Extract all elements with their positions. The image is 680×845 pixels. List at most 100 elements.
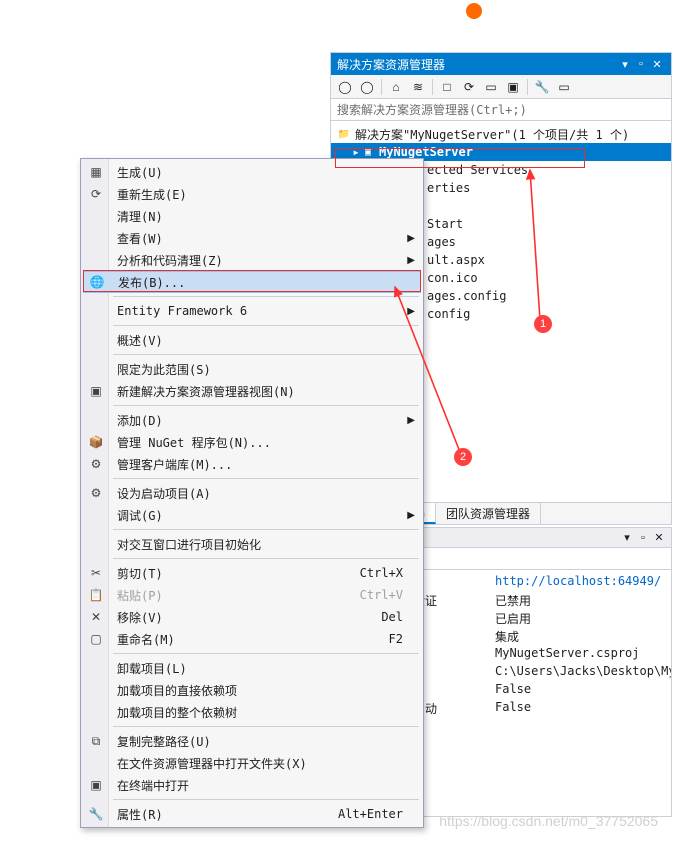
menu-item[interactable]: 在文件资源管理器中打开文件夹(X) <box>83 752 421 774</box>
menu-item[interactable]: ▣在终端中打开 <box>83 774 421 796</box>
menu-separator <box>113 405 419 406</box>
nav-fwd-icon[interactable]: ◯ <box>357 77 377 97</box>
menu-item[interactable]: ⚙管理客户端库(M)... <box>83 453 421 475</box>
menu-item-label: 对交互窗口进行项目初始化 <box>109 536 421 553</box>
pending-icon[interactable]: □ <box>437 77 457 97</box>
property-value: False <box>491 682 671 700</box>
menu-separator <box>113 799 419 800</box>
menu-item[interactable]: 分析和代码清理(Z)▶ <box>83 249 421 271</box>
menu-separator <box>113 325 419 326</box>
menu-item[interactable]: 限定为此范围(S) <box>83 358 421 380</box>
menu-item-shortcut: F2 <box>389 632 421 646</box>
menu-item-label: 复制完整路径(U) <box>109 733 421 750</box>
menu-item[interactable]: ✂剪切(T)Ctrl+X <box>83 562 421 584</box>
menu-item-label: 调试(G) <box>109 507 421 524</box>
submenu-arrow-icon: ▶ <box>407 510 415 521</box>
menu-item-label: 生成(U) <box>109 164 421 181</box>
expand-icon[interactable]: ▸ <box>351 145 361 159</box>
menu-item[interactable]: ▣新建解决方案资源管理器视图(N) <box>83 380 421 402</box>
menu-item-label: 卸载项目(L) <box>109 660 421 677</box>
panel-close-icon[interactable]: ✕ <box>649 56 665 72</box>
submenu-arrow-icon: ▶ <box>407 255 415 266</box>
menu-item[interactable]: 加载项目的整个依赖树 <box>83 701 421 723</box>
properties-icon[interactable]: 🔧 <box>532 77 552 97</box>
submenu-arrow-icon: ▶ <box>407 415 415 426</box>
panel-pin-icon[interactable]: ▫ <box>635 530 651 546</box>
menu-item-label: 加载项目的整个依赖树 <box>109 704 421 721</box>
menu-item[interactable]: ⚙设为启动项目(A) <box>83 482 421 504</box>
menu-item[interactable]: 概述(V) <box>83 329 421 351</box>
menu-item[interactable]: 🌐发布(B)... <box>83 271 421 293</box>
solution-icon: 📁 <box>337 127 351 141</box>
panel-dropdown-icon[interactable]: ▾ <box>619 530 635 546</box>
solution-search-input[interactable]: 搜索解决方案资源管理器(Ctrl+;) <box>331 99 671 121</box>
rebuild-icon: ⟳ <box>83 187 109 201</box>
menu-separator <box>113 354 419 355</box>
sync-icon[interactable]: ≋ <box>408 77 428 97</box>
terminal-icon: ▣ <box>83 778 109 792</box>
menu-separator <box>113 529 419 530</box>
solution-label: 解决方案"MyNugetServer"(1 个项目/共 1 个) <box>355 126 629 143</box>
refresh-icon[interactable]: ⟳ <box>459 77 479 97</box>
menu-item-label: 在文件资源管理器中打开文件夹(X) <box>109 755 421 772</box>
panel-close-icon[interactable]: ✕ <box>651 530 667 546</box>
menu-item-label: 移除(V) <box>109 609 381 626</box>
menu-item-label: 设为启动项目(A) <box>109 485 421 502</box>
show-all-icon[interactable]: ▣ <box>503 77 523 97</box>
menu-item-label: 重新生成(E) <box>109 186 421 203</box>
menu-separator <box>113 296 419 297</box>
menu-item[interactable]: ▦生成(U) <box>83 161 421 183</box>
panel-pin-icon[interactable]: ▫ <box>633 56 649 72</box>
menu-item[interactable]: 添加(D)▶ <box>83 409 421 431</box>
startup-icon: ⚙ <box>83 486 109 500</box>
menu-item-label: 限定为此范围(S) <box>109 361 421 378</box>
submenu-arrow-icon: ▶ <box>407 306 415 317</box>
menu-item[interactable]: ▢重命名(M)F2 <box>83 628 421 650</box>
menu-item[interactable]: ✕移除(V)Del <box>83 606 421 628</box>
solution-explorer-title: 解决方案资源管理器 <box>337 56 617 73</box>
menu-item[interactable]: Entity Framework 6▶ <box>83 300 421 322</box>
rename-icon: ▢ <box>83 632 109 646</box>
project-label: MyNugetServer <box>379 145 473 159</box>
csproj-icon: ▣ <box>361 145 375 159</box>
newview-icon: ▣ <box>83 384 109 398</box>
menu-item-label: 管理客户端库(M)... <box>109 456 421 473</box>
menu-item[interactable]: 调试(G)▶ <box>83 504 421 526</box>
menu-separator <box>113 478 419 479</box>
menu-item-label: 粘贴(P) <box>109 587 360 604</box>
property-value: MyNugetServer.csproj <box>491 646 671 664</box>
solution-explorer-toolbar: ◯ ◯ ⌂ ≋ □ ⟳ ▭ ▣ 🔧 ▭ <box>331 75 671 99</box>
home-icon[interactable]: ⌂ <box>386 77 406 97</box>
menu-item-label: 在终端中打开 <box>109 777 421 794</box>
menu-item-label: 新建解决方案资源管理器视图(N) <box>109 383 421 400</box>
menu-item-label: 剪切(T) <box>109 565 360 582</box>
menu-item[interactable]: 对交互窗口进行项目初始化 <box>83 533 421 555</box>
menu-item[interactable]: ⧉复制完整路径(U) <box>83 730 421 752</box>
menu-item-label: 管理 NuGet 程序包(N)... <box>109 434 421 451</box>
globe-icon: 🌐 <box>84 275 110 289</box>
menu-item-label: 概述(V) <box>109 332 421 349</box>
menu-item[interactable]: 📦管理 NuGet 程序包(N)... <box>83 431 421 453</box>
menu-item[interactable]: 🔧属性(R)Alt+Enter <box>83 803 421 825</box>
menu-item-label: 发布(B)... <box>110 274 420 291</box>
wrench-icon: 🔧 <box>83 807 109 821</box>
nav-back-icon[interactable]: ◯ <box>335 77 355 97</box>
client-icon: ⚙ <box>83 457 109 471</box>
property-value: 已启用 <box>491 610 671 628</box>
menu-item[interactable]: ⟳重新生成(E) <box>83 183 421 205</box>
solution-explorer-header: 解决方案资源管理器 ▾ ▫ ✕ <box>331 53 671 75</box>
menu-item-label: Entity Framework 6 <box>109 304 421 318</box>
menu-item[interactable]: 卸载项目(L) <box>83 657 421 679</box>
tree-solution-node[interactable]: 📁 解决方案"MyNugetServer"(1 个项目/共 1 个) <box>331 125 671 143</box>
app-decoration-dot <box>466 3 482 19</box>
menu-item[interactable]: 加载项目的直接依赖项 <box>83 679 421 701</box>
menu-item-label: 添加(D) <box>109 412 421 429</box>
menu-item[interactable]: 查看(W)▶ <box>83 227 421 249</box>
property-value: http://localhost:64949/ <box>491 574 671 592</box>
tab-team-explorer[interactable]: 团队资源管理器 <box>436 503 541 524</box>
menu-item[interactable]: 清理(N) <box>83 205 421 227</box>
panel-dropdown-icon[interactable]: ▾ <box>617 56 633 72</box>
property-value: C:\Users\Jacks\Desktop\My <box>491 664 671 682</box>
preview-icon[interactable]: ▭ <box>554 77 574 97</box>
collapse-icon[interactable]: ▭ <box>481 77 501 97</box>
